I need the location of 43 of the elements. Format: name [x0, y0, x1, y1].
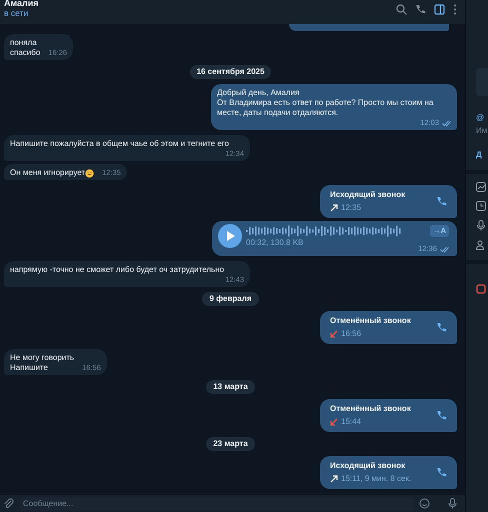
date-separator: 13 марта [206, 380, 255, 394]
call-info: 16:56 [341, 329, 362, 339]
microphone-icon[interactable] [448, 498, 457, 509]
date-separator: 16 сентября 2025 [190, 65, 272, 79]
phone-icon[interactable] [415, 4, 426, 15]
chart-icon [476, 182, 486, 192]
phone-icon[interactable] [436, 467, 447, 478]
call-info: 12:35 [341, 203, 362, 213]
sidebar-toggle-icon[interactable] [434, 4, 445, 15]
phone-icon[interactable] [436, 322, 447, 333]
message-text: Добрый день, Амалия От Владимира есть ответ по работе? Просто мы стоим на месте, даты подачи отдаляются. [217, 88, 434, 118]
message-text: поняла спасибо [10, 38, 40, 58]
block-icon [476, 284, 486, 294]
message-text: Не могу говорить Напишите [10, 353, 74, 373]
online-status: в сети [4, 8, 30, 18]
voice-meta: 00:32, 130.8 KB [246, 238, 304, 248]
message-text: Напишите пожалуйста в общем чаье об этом и тегните его [10, 139, 229, 149]
contact-name: Амалия [4, 0, 39, 8]
emoji-icon[interactable] [419, 498, 430, 509]
call-info: 15:11, 9 мин. 8 сек. [341, 474, 412, 484]
play-icon [226, 231, 234, 241]
call-title: Отменённый звонок [330, 316, 411, 326]
phone-icon[interactable] [436, 410, 447, 421]
play-button[interactable] [218, 224, 242, 248]
call-info: 15:44 [341, 417, 362, 427]
message-input[interactable]: Сообщение... [20, 496, 413, 510]
date-separator: 9 февраля [202, 292, 259, 306]
info-label: Им [476, 125, 488, 137]
search-icon[interactable] [396, 4, 407, 15]
add-link[interactable]: Д [476, 149, 488, 161]
call-title: Исходящий звонок [330, 190, 406, 200]
username-text: @ [476, 112, 486, 124]
call-title: Исходящий звонок [330, 461, 406, 471]
microphone-icon [476, 220, 486, 231]
attach-icon[interactable] [3, 498, 14, 509]
message-text: Он меня игнорирует [10, 168, 86, 178]
phone-icon[interactable] [436, 196, 447, 207]
clock-icon [476, 201, 486, 211]
call-title: Отменённый звонок [330, 404, 411, 414]
group-icon [476, 240, 486, 250]
message-text: напрямую -точно не сможет либо будет оч затрудительно [10, 265, 224, 275]
more-icon[interactable] [453, 4, 457, 15]
date-separator: 23 марта [206, 437, 255, 451]
